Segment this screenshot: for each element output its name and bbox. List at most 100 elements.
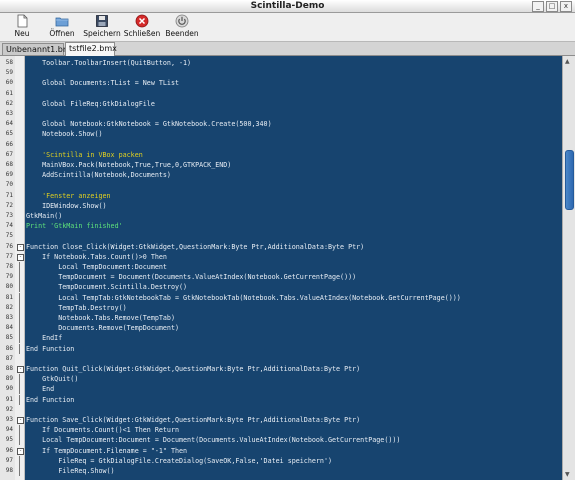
code-line[interactable]: 75 [0, 231, 563, 241]
code-line[interactable]: 88- Function Quit_Click(Widget:GtkWidget,… [0, 364, 563, 374]
code-line[interactable]: 73 GtkMain() [0, 211, 563, 221]
code-line[interactable]: 78 Local TempDocument:Document [0, 262, 563, 272]
code-line[interactable]: 82 TempTab.Destroy() [0, 302, 563, 313]
code-line[interactable]: 96- If TempDocument.Filename = "-1" Then [0, 446, 563, 456]
line-number: 68 [5, 161, 13, 168]
fold-line [19, 374, 20, 385]
vertical-scrollbar[interactable]: ▲ ▼ [562, 56, 575, 480]
code-line[interactable]: 94 If Documents.Count()<1 Then Return [0, 425, 563, 436]
line-number: 65 [5, 130, 13, 138]
window-controls: _ □ x [532, 1, 572, 12]
new-button[interactable]: Neu [2, 13, 42, 41]
code-editor[interactable]: 58 Toolbar.ToolbarInsert(QuitButton, -1)… [0, 56, 563, 480]
code-text: Documents.Remove(TempDocument) [26, 324, 179, 333]
code-line[interactable]: 72 IDEWindow.Show() [0, 201, 563, 211]
maximize-button[interactable]: □ [546, 1, 558, 12]
code-line[interactable]: 64 Global Notebook:GtkNotebook = GtkNote… [0, 119, 563, 129]
code-line[interactable]: 66 [0, 140, 563, 150]
code-line[interactable]: 91 End Function [0, 394, 563, 405]
code-text: Toolbar.ToolbarInsert(QuitButton, -1) [26, 59, 192, 67]
fold-toggle-icon[interactable]: - [17, 243, 24, 251]
power-icon [175, 14, 189, 28]
code-line[interactable]: 60 Global Documents:TList = New TList [0, 78, 563, 88]
code-line[interactable]: 58 Toolbar.ToolbarInsert(QuitButton, -1) [0, 58, 563, 68]
line-number: 58 [5, 59, 13, 66]
line-number: 94 [5, 426, 13, 434]
code-line[interactable]: 97 FileReq = GtkDialogFile.CreateDialog(… [0, 455, 563, 466]
fold-line [19, 262, 20, 272]
tab-unbenannt1[interactable]: Unbenannt1.bmx [2, 43, 75, 55]
minimize-button[interactable]: _ [532, 1, 544, 12]
fold-toggle-icon[interactable]: - [17, 253, 24, 261]
code-line[interactable]: 67 'Scintilla in VBox packen [0, 150, 563, 160]
code-line[interactable]: 76- Function Close_Click(Widget:GtkWidget… [0, 242, 563, 252]
code-line[interactable]: 87 [0, 354, 563, 364]
code-text: Global Documents:TList = New TList [26, 79, 179, 88]
line-number: 78 [5, 263, 13, 270]
fold-toggle-icon[interactable]: - [17, 447, 24, 455]
new-button-label: Neu [14, 29, 30, 38]
fold-toggle-icon[interactable]: - [17, 417, 24, 424]
fold-toggle-icon[interactable]: - [17, 366, 24, 373]
line-number: 87 [5, 354, 13, 362]
code-text: MainVBox.Pack(Notebook,True,True,0,GTKPA… [26, 161, 232, 169]
close-button[interactable]: Schließen [122, 13, 162, 41]
code-line[interactable]: 74 Print 'GtkMain finished' [0, 221, 563, 231]
code-text: Local TempDocument:Document [26, 263, 167, 271]
code-line[interactable]: 93- Function Save_Click(Widget:GtkWidget,… [0, 415, 563, 425]
code-line[interactable]: 63 [0, 109, 563, 119]
close-button-label: Schließen [123, 29, 161, 38]
code-line[interactable]: 69 AddScintilla(Notebook,Documents) [0, 170, 563, 180]
tab-tstfile2[interactable]: tstfile2.bmx [65, 42, 117, 56]
line-number: 86 [5, 344, 13, 352]
code-text: Global FileReq:GtkDialogFile [26, 99, 155, 108]
fold-line [19, 384, 20, 395]
scrollbar-thumb[interactable] [565, 150, 574, 210]
scroll-down-arrow-icon[interactable]: ▼ [565, 471, 570, 478]
code-line[interactable]: 71 'Fenster anzeigen [0, 191, 563, 201]
save-button[interactable]: Speichern [82, 13, 122, 41]
code-line[interactable]: 89 GtkQuit() [0, 374, 563, 385]
fold-line [19, 302, 20, 313]
scroll-up-arrow-icon[interactable]: ▲ [565, 58, 570, 65]
close-window-button[interactable]: x [560, 1, 572, 12]
save-disk-icon [96, 15, 108, 27]
code-line[interactable]: 65 Notebook.Show() [0, 129, 563, 139]
code-line[interactable]: 80 TempDocument.Scintilla.Destroy() [0, 282, 563, 293]
code-line[interactable]: 79 TempDocument = Document(Documents.Val… [0, 272, 563, 283]
code-text: TempDocument = Document(Documents.ValueA… [26, 273, 357, 282]
line-number: 66 [5, 140, 13, 148]
code-line[interactable]: 59 [0, 68, 563, 78]
code-line[interactable]: 85 EndIf [0, 333, 563, 344]
code-line[interactable]: 95 Local TempDocument:Document = Documen… [0, 435, 563, 446]
code-line[interactable]: 68 MainVBox.Pack(Notebook,True,True,0,GT… [0, 160, 563, 170]
fold-line [19, 466, 20, 476]
code-line[interactable]: 62 Global FileReq:GtkDialogFile [0, 99, 563, 109]
code-line[interactable]: 86 End Function [0, 343, 563, 354]
code-text: Notebook.Tabs.Remove(TempTab) [26, 314, 175, 322]
code-text: IDEWindow.Show() [26, 201, 107, 210]
code-text: If Documents.Count()<1 Then Return [26, 426, 179, 435]
line-number: 63 [5, 110, 13, 117]
code-line[interactable]: 70 [0, 180, 563, 190]
open-button[interactable]: Öffnen [42, 13, 82, 41]
code-text: Function Save_Click(Widget:GtkWidget,Que… [26, 416, 361, 424]
code-line[interactable]: 81 Local TempTab:GtkNotebookTab = GtkNot… [0, 292, 563, 303]
code-line[interactable]: 83 Notebook.Tabs.Remove(TempTab) [0, 313, 563, 323]
code-line[interactable]: 61 [0, 89, 563, 99]
code-text: 'Scintilla in VBox packen [26, 150, 143, 159]
code-line[interactable]: 92 [0, 405, 563, 415]
line-number: 93 [5, 416, 13, 423]
code-line[interactable]: 77- If Notebook.Tabs.Count()>0 Then [0, 252, 563, 262]
code-line[interactable]: 90 End [0, 384, 563, 395]
code-text: End Function [26, 344, 75, 353]
document-tabs: Unbenannt1.bmx tstfile2.bmx [0, 42, 575, 56]
code-line[interactable]: 84 Documents.Remove(TempDocument) [0, 323, 563, 334]
line-number: 90 [5, 385, 13, 393]
code-line[interactable]: 98 FileReq.Show() [0, 466, 563, 476]
code-text: TempDocument.Scintilla.Destroy() [26, 283, 188, 292]
save-button-label: Speichern [83, 29, 121, 38]
line-number: 82 [5, 303, 13, 311]
quit-button[interactable]: Beenden [162, 13, 202, 41]
window-titlebar: Scintilla-Demo _ □ x [0, 0, 575, 13]
